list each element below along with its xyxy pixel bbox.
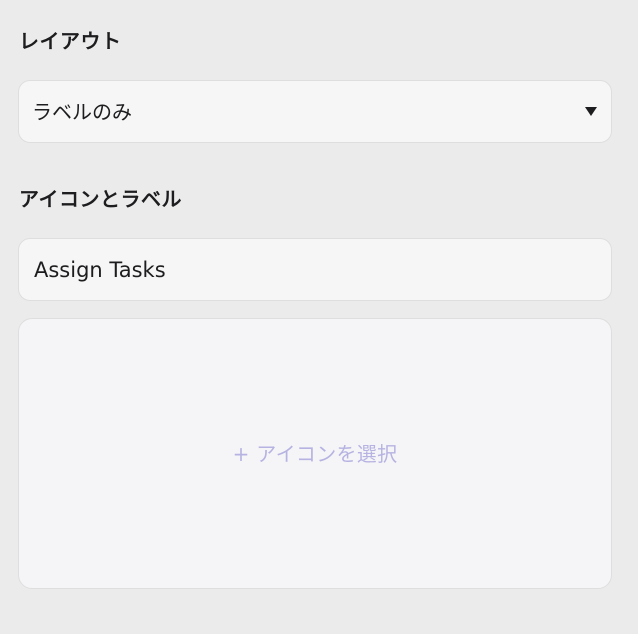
select-icon-button[interactable]: + アイコンを選択: [18, 318, 612, 589]
select-icon-label: + アイコンを選択: [232, 441, 398, 466]
caret-down-icon: [585, 107, 597, 116]
layout-select-value: ラベルのみ: [32, 99, 132, 124]
layout-section-title: レイアウト: [19, 29, 122, 53]
layout-select[interactable]: ラベルのみ: [18, 80, 612, 143]
icon-and-label-section-title: アイコンとラベル: [19, 187, 182, 211]
layout-settings-panel: レイアウト ラベルのみ アイコンとラベル + アイコンを選択: [0, 0, 638, 634]
label-text-input[interactable]: [18, 238, 612, 301]
